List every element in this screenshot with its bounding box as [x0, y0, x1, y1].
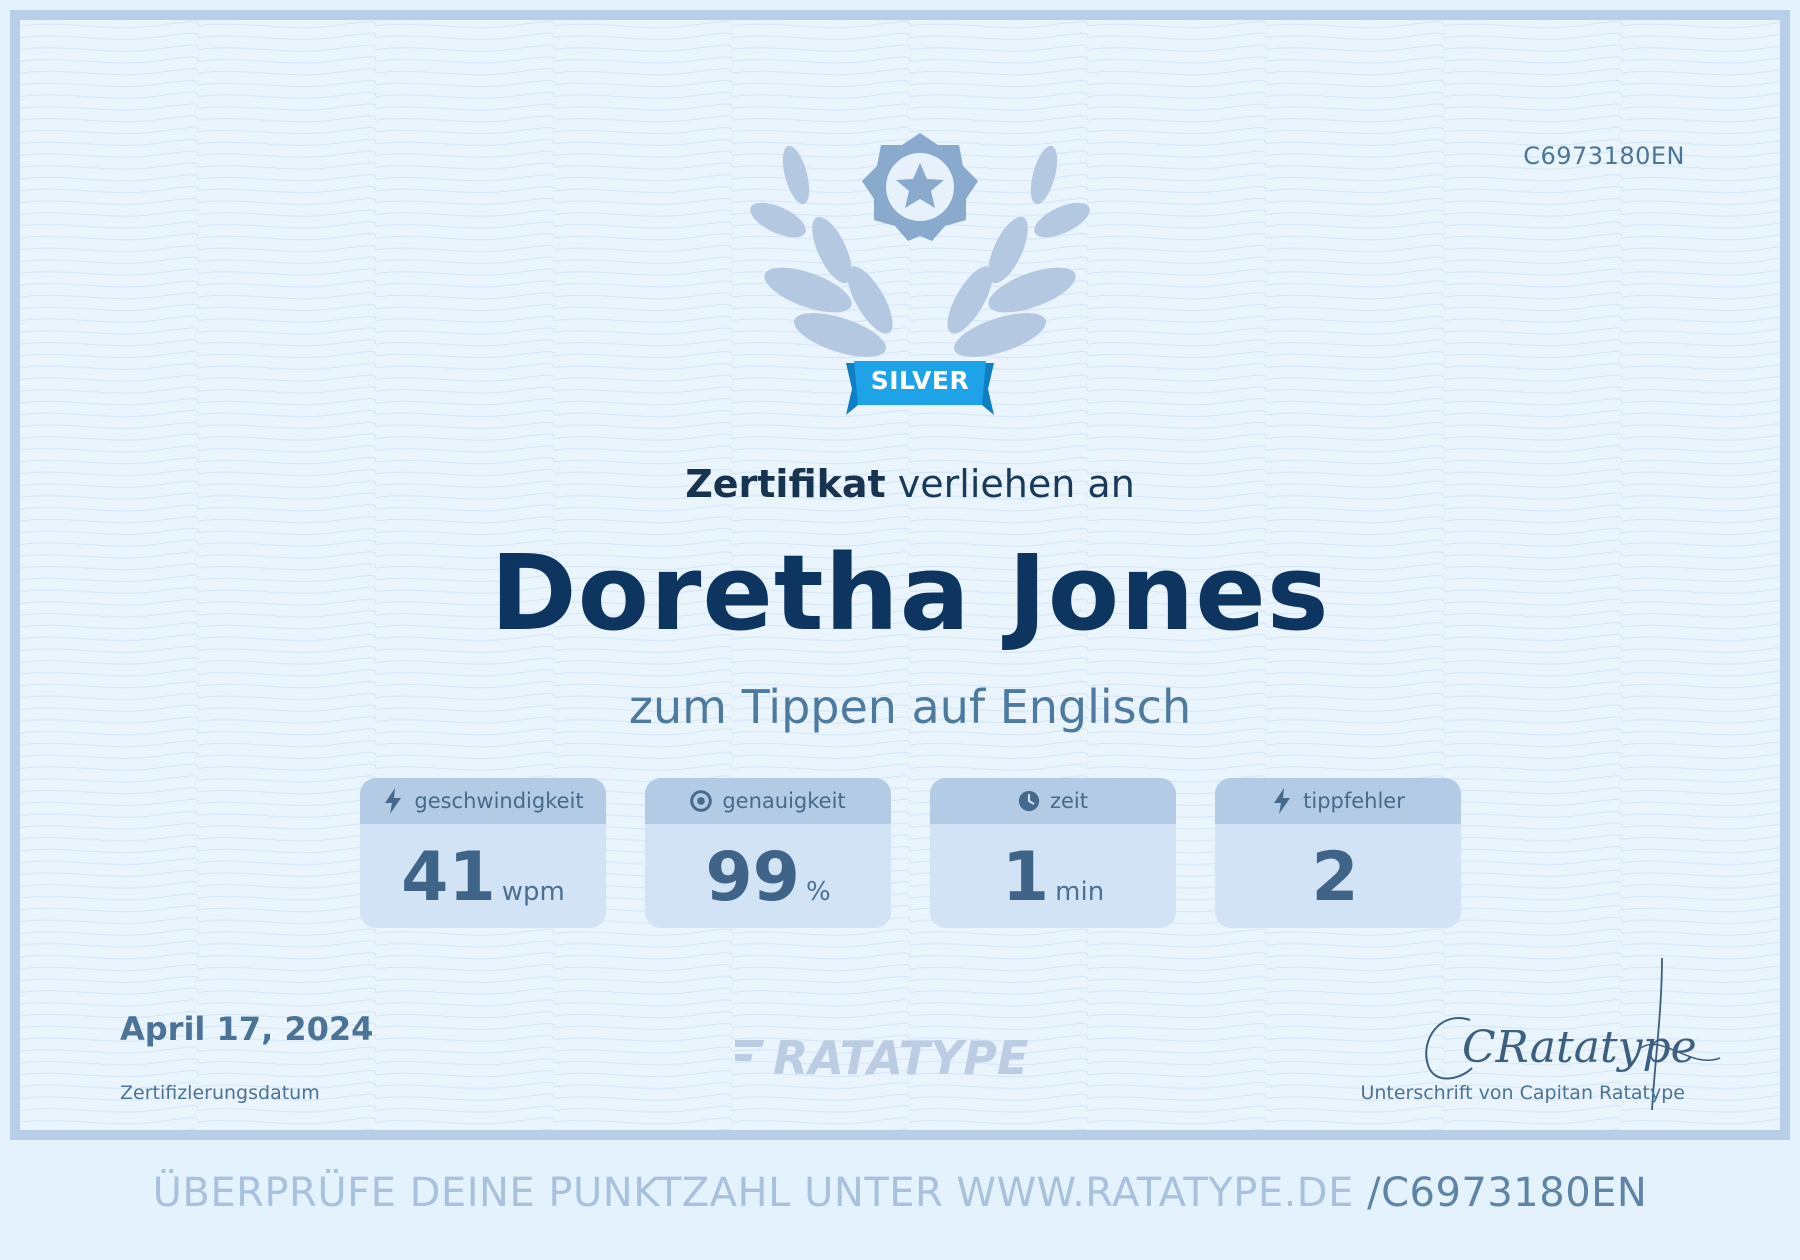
heading-rest: verliehen an: [885, 462, 1135, 506]
stat-label: tippfehler: [1303, 789, 1405, 813]
svg-text:CRatatype: CRatatype: [1462, 1022, 1697, 1073]
lightning-icon: [385, 788, 402, 814]
certification-date-label: Zertifizlerungsdatum: [120, 1082, 320, 1104]
stat-card-time: zeit 1 min: [930, 778, 1176, 928]
stat-unit: min: [1055, 877, 1105, 907]
svg-text:RATATYPE: RATATYPE: [773, 1031, 1028, 1080]
stat-unit: wpm: [501, 877, 565, 907]
certificate: C6973180EN SILVER Zertifikat verliehen a…: [10, 10, 1790, 1140]
stat-label: genauigkeit: [722, 789, 846, 813]
verify-footer: ÜBERPRÜFE DEINE PUNKTZAHL UNTER WWW.RATA…: [0, 1170, 1800, 1216]
lightning-icon: [1274, 788, 1291, 814]
certificate-heading: Zertifikat verliehen an: [20, 462, 1780, 506]
rank-badge: SILVER: [870, 366, 970, 395]
stat-card-errors: tippfehler 2: [1215, 778, 1461, 928]
stat-card-accuracy: genauigkeit 99 %: [645, 778, 891, 928]
clock-icon: [1018, 790, 1040, 812]
verify-text: ÜBERPRÜFE DEINE PUNKTZAHL UNTER WWW.RATA…: [152, 1170, 1354, 1216]
verify-code[interactable]: /C6973180EN: [1367, 1170, 1647, 1216]
stat-card-speed: geschwindigkeit 41 wpm: [360, 778, 606, 928]
stat-value: 99: [705, 838, 800, 917]
stat-label: zeit: [1049, 789, 1088, 813]
heading-strong: Zertifikat: [685, 462, 886, 506]
recipient-name: Doretha Jones: [490, 532, 1330, 654]
stat-value: 41: [401, 838, 496, 917]
target-icon: [690, 790, 713, 812]
stat-unit: %: [805, 877, 831, 907]
signature-label: Unterschrift von Capitan Ratatype: [1360, 1082, 1685, 1104]
stat-value: 2: [1311, 838, 1359, 917]
stat-label: geschwindigkeit: [414, 789, 584, 813]
ratatype-logo: RATATYPE: [735, 1031, 1028, 1080]
stat-value: 1: [1001, 838, 1050, 917]
certificate-id: C6973180EN: [1523, 142, 1685, 170]
certification-date: April 17, 2024: [120, 1010, 374, 1048]
certificate-subtitle: zum Tippen auf Englisch: [628, 680, 1192, 734]
